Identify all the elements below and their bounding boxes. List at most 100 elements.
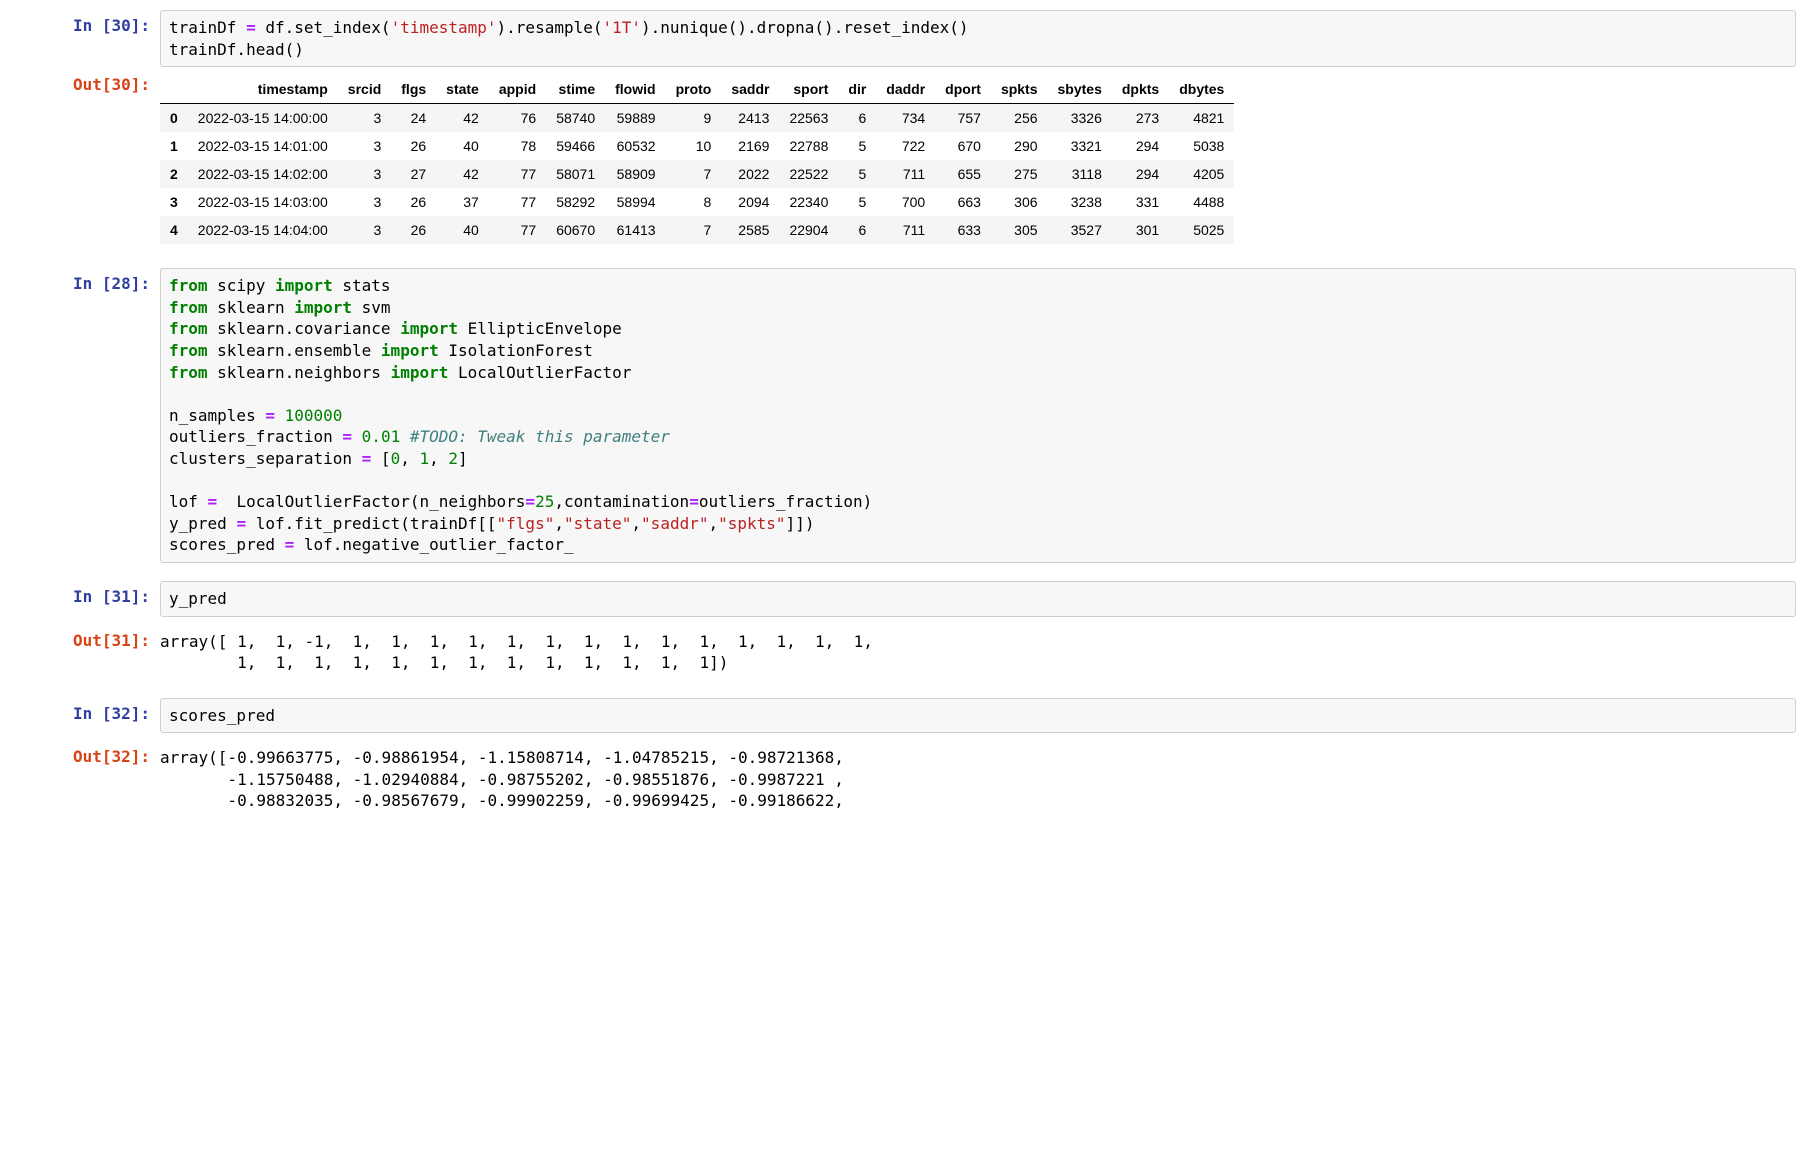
code-cell-32[interactable]: scores_pred: [160, 698, 1796, 734]
code-frag: from: [169, 363, 208, 382]
cell: 58292: [546, 188, 605, 216]
code-frag: lof.fit_predict(trainDf[[: [246, 514, 496, 533]
code-frag: =: [689, 492, 699, 511]
table-row: 42022-03-15 14:04:0032640776067061413725…: [160, 216, 1234, 244]
cell: 22340: [779, 188, 838, 216]
row-index: 2: [160, 160, 188, 188]
cell: 711: [876, 216, 935, 244]
table-row: 12022-03-15 14:01:0032640785946660532102…: [160, 132, 1234, 160]
input-prompt-31: In [31]:: [20, 581, 160, 612]
code-frag: n_samples: [169, 406, 265, 425]
cell: 78: [489, 132, 546, 160]
code-frag: ,contamination: [554, 492, 689, 511]
index-header: [160, 75, 188, 104]
code-frag: [400, 427, 410, 446]
col-header: srcid: [338, 75, 391, 104]
cell: 22563: [779, 104, 838, 133]
cell-32-input-row: In [32]: scores_pred: [20, 698, 1796, 734]
code-frag: outliers_fraction): [699, 492, 872, 511]
cell: 6: [838, 216, 876, 244]
code-frag: ]: [458, 449, 468, 468]
cell: 9: [666, 104, 722, 133]
output-prompt-31: Out[31]:: [20, 625, 160, 656]
code-frag: ,: [429, 449, 448, 468]
cell: 42: [436, 104, 489, 133]
cell: 711: [876, 160, 935, 188]
code-frag: #TODO: Tweak this parameter: [410, 427, 670, 446]
cell: 5: [838, 160, 876, 188]
cell: 3: [338, 104, 391, 133]
cell: 4205: [1169, 160, 1234, 188]
code-frag: sklearn: [208, 298, 295, 317]
cell: 5: [838, 132, 876, 160]
code-frag: "spkts": [718, 514, 785, 533]
code-frag: stats: [333, 276, 391, 295]
code-frag: 0.01: [362, 427, 401, 446]
cell: 2094: [721, 188, 779, 216]
code-frag: ,: [400, 449, 419, 468]
text-output-32: array([-0.99663775, -0.98861954, -1.1580…: [160, 741, 1796, 818]
code-frag: import: [294, 298, 352, 317]
code-frag: ]]): [786, 514, 815, 533]
code-cell-30[interactable]: trainDf = df.set_index('timestamp').resa…: [160, 10, 1796, 67]
cell: 22904: [779, 216, 838, 244]
cell: 42: [436, 160, 489, 188]
col-header: dport: [935, 75, 991, 104]
code-frag: sklearn.covariance: [208, 319, 401, 338]
cell: 26: [391, 188, 436, 216]
code-frag: =: [265, 406, 275, 425]
cell: 700: [876, 188, 935, 216]
cell: 3: [338, 188, 391, 216]
cell: 655: [935, 160, 991, 188]
cell: 26: [391, 216, 436, 244]
code-frag: 0: [391, 449, 401, 468]
code-frag: import: [400, 319, 458, 338]
code-cell-31[interactable]: y_pred: [160, 581, 1796, 617]
cell: 59889: [605, 104, 665, 133]
code-frag: =: [285, 535, 295, 554]
col-header: dpkts: [1112, 75, 1169, 104]
code-frag: IsolationForest: [439, 341, 593, 360]
code-frag: svm: [352, 298, 391, 317]
code-cell-28[interactable]: from scipy import stats from sklearn imp…: [160, 268, 1796, 563]
col-header: daddr: [876, 75, 935, 104]
col-header: sport: [779, 75, 838, 104]
cell: 2022-03-15 14:04:00: [188, 216, 338, 244]
cell: 4821: [1169, 104, 1234, 133]
cell: 331: [1112, 188, 1169, 216]
cell: 305: [991, 216, 1048, 244]
col-header: sbytes: [1048, 75, 1112, 104]
code-frag: import: [391, 363, 449, 382]
col-header: dir: [838, 75, 876, 104]
code-frag: =: [236, 514, 246, 533]
col-header: flowid: [605, 75, 665, 104]
code-frag: scipy: [208, 276, 275, 295]
cell: 3238: [1048, 188, 1112, 216]
cell-31-input-row: In [31]: y_pred: [20, 581, 1796, 617]
dataframe-table: timestamp srcid flgs state appid stime f…: [160, 75, 1234, 244]
table-row: 02022-03-15 14:00:0032442765874059889924…: [160, 104, 1234, 133]
cell: 7: [666, 160, 722, 188]
cell: 3118: [1048, 160, 1112, 188]
code-frag: df.set_index(: [256, 18, 391, 37]
cell-32-output-body: array([-0.99663775, -0.98861954, -1.1580…: [160, 741, 1796, 818]
col-header: stime: [546, 75, 605, 104]
col-header: state: [436, 75, 489, 104]
code-frag: LocalOutlierFactor: [448, 363, 631, 382]
cell: 301: [1112, 216, 1169, 244]
cell: 5038: [1169, 132, 1234, 160]
code-frag: "saddr": [641, 514, 708, 533]
cell: 37: [436, 188, 489, 216]
code-frag: lof.negative_outlier_factor_: [294, 535, 573, 554]
code-frag: 'timestamp': [391, 18, 497, 37]
cell: 27: [391, 160, 436, 188]
cell: 58740: [546, 104, 605, 133]
cell: 734: [876, 104, 935, 133]
cell: 294: [1112, 132, 1169, 160]
cell: 2022: [721, 160, 779, 188]
cell: 3326: [1048, 104, 1112, 133]
cell: 275: [991, 160, 1048, 188]
code-frag: =: [246, 18, 256, 37]
code-frag: ,: [554, 514, 564, 533]
cell: 670: [935, 132, 991, 160]
